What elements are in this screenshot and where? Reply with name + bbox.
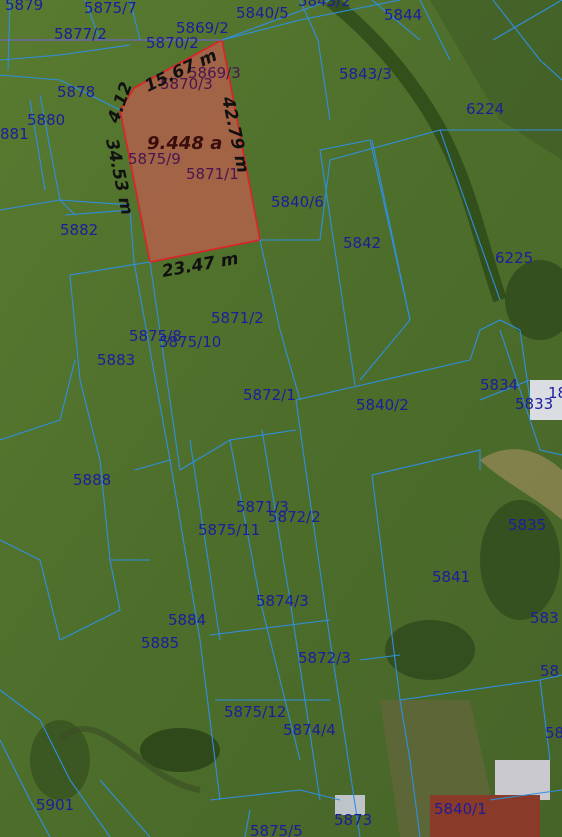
area-label: 9.448 a xyxy=(147,133,222,154)
parcel-label[interactable]: 5843/3 xyxy=(339,65,392,83)
parcel-label[interactable]: 5840/2 xyxy=(356,396,409,414)
parcel-label[interactable]: 6224 xyxy=(466,100,504,118)
map-canvas: 5879 5875/7 5840/5 5843/2 5844 5877/2 58… xyxy=(0,0,562,837)
parcel-label[interactable]: 5884 xyxy=(168,611,206,629)
parcel-label[interactable]: 5875/12 xyxy=(224,703,286,721)
parcel-label[interactable]: 5875/11 xyxy=(198,521,260,539)
parcel-label[interactable]: 5834 xyxy=(480,376,518,394)
parcel-label[interactable]: 5880 xyxy=(27,111,65,129)
parcel-label[interactable]: 5874/4 xyxy=(283,721,336,739)
parcel-label[interactable]: 5878 xyxy=(57,83,95,101)
parcel-label[interactable]: 5844 xyxy=(384,6,422,24)
parcel-label[interactable]: 5871/2 xyxy=(211,309,264,327)
cadastral-map[interactable]: 5879 5875/7 5840/5 5843/2 5844 5877/2 58… xyxy=(0,0,562,837)
parcel-label[interactable]: 18 xyxy=(548,384,562,402)
parcel-label[interactable]: 5840/5 xyxy=(236,4,289,22)
parcel-label[interactable]: 5875/5 xyxy=(250,822,303,837)
parcel-label[interactable]: 5888 xyxy=(73,471,111,489)
parcel-label[interactable]: 58 xyxy=(545,724,562,742)
parcel-label[interactable]: 5871/1 xyxy=(186,165,239,183)
parcel-label[interactable]: 583 xyxy=(530,609,559,627)
parcel-label[interactable]: 5875/7 xyxy=(84,0,137,17)
parcel-label[interactable]: 5872/3 xyxy=(298,649,351,667)
parcel-label[interactable]: 5835 xyxy=(508,516,546,534)
parcel-label[interactable]: 5885 xyxy=(141,634,179,652)
parcel-label[interactable]: 5875/10 xyxy=(159,333,221,351)
parcel-label[interactable]: 5873 xyxy=(334,811,372,829)
parcel-label[interactable]: 5901 xyxy=(36,796,74,814)
parcel-label[interactable]: 5869/2 xyxy=(176,19,229,37)
parcel-label[interactable]: 5883 xyxy=(97,351,135,369)
parcel-label[interactable]: 5879 xyxy=(5,0,43,14)
parcel-label[interactable]: 5874/3 xyxy=(256,592,309,610)
parcel-label[interactable]: 5841 xyxy=(432,568,470,586)
parcel-label[interactable]: 58 xyxy=(540,662,559,680)
parcel-label[interactable]: 6225 xyxy=(495,249,533,267)
parcel-label[interactable]: 5840/1 xyxy=(434,800,487,818)
parcel-label[interactable]: 5840/6 xyxy=(271,193,324,211)
parcel-label[interactable]: 5872/1 xyxy=(243,386,296,404)
parcel-label[interactable]: 5843/2 xyxy=(298,0,351,10)
parcel-label[interactable]: 5842 xyxy=(343,234,381,252)
parcel-label[interactable]: 881 xyxy=(0,125,29,143)
parcel-label[interactable]: 5882 xyxy=(60,221,98,239)
parcel-label[interactable]: 5872/2 xyxy=(268,508,321,526)
parcel-label[interactable]: 5877/2 xyxy=(54,25,107,43)
